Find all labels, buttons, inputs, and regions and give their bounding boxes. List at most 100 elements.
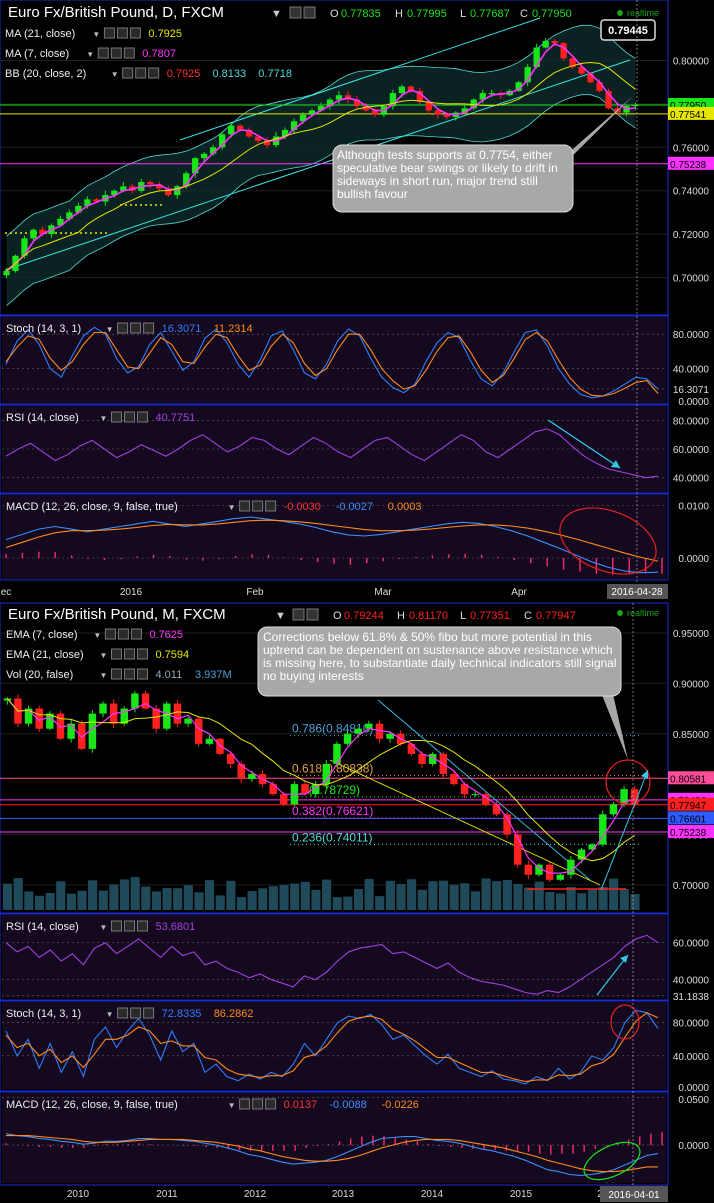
monthly-macd-indicator-control-icon[interactable]	[252, 1098, 264, 1110]
monthly-realtime-dot-icon	[617, 610, 623, 616]
daily-indicator-control-icon[interactable]	[148, 67, 160, 79]
monthly-stoch-indicator-control-icon[interactable]	[143, 1007, 155, 1019]
monthly-indicator-control-icon[interactable]	[111, 648, 122, 660]
monthly-candle-body	[450, 774, 458, 785]
daily-macd-indicator-dropdown-icon[interactable]: ▼	[228, 503, 236, 512]
daily-indicator-dropdown-icon[interactable]: ▼	[92, 30, 100, 39]
daily-indicator-control-icon[interactable]	[116, 27, 128, 39]
monthly-volume-bar	[470, 891, 480, 910]
monthly-indicator-control-icon[interactable]	[104, 628, 116, 640]
monthly-macd-y-tick: 0.0000	[678, 1141, 709, 1152]
daily-indicator-control-icon[interactable]	[122, 67, 134, 79]
daily-stoch-indicator-control-icon[interactable]	[130, 322, 142, 334]
monthly-macd-indicator-control-icon[interactable]	[239, 1098, 251, 1110]
daily-macd-indicator-control-icon[interactable]	[265, 500, 277, 512]
monthly-volume-bar	[513, 883, 523, 910]
monthly-rsi-indicator-dropdown-icon[interactable]: ▼	[100, 923, 108, 932]
monthly-macd-indicator-dropdown-icon[interactable]: ▼	[228, 1101, 236, 1110]
monthly-candle-body	[524, 864, 533, 875]
monthly-candle-body	[216, 738, 224, 754]
monthly-stoch-indicator-control-icon[interactable]	[117, 1007, 129, 1019]
monthly-candle-body	[131, 693, 139, 709]
monthly-stoch-indicator-value: 72.8335	[162, 1008, 202, 1020]
daily-candle-body	[533, 47, 540, 68]
daily-candle-body	[201, 153, 208, 159]
daily-indicator-dropdown-icon[interactable]: ▼	[111, 70, 119, 79]
daily-stoch-indicator-control-icon[interactable]	[117, 322, 129, 334]
monthly-indicator-control-icon[interactable]	[137, 648, 148, 660]
monthly-volume-bar	[279, 884, 289, 910]
daily-indicator-control-icon[interactable]	[97, 47, 109, 59]
monthly-indicator-control-icon[interactable]	[117, 628, 129, 640]
monthly-indicator-dropdown-icon[interactable]: ▼	[93, 631, 101, 640]
daily-indicator-value: 0.7718	[258, 68, 292, 80]
daily-rsi-indicator-control-icon[interactable]	[124, 411, 135, 423]
monthly-y-tick: 0.95000	[673, 629, 710, 640]
monthly-candle-body	[194, 718, 203, 744]
monthly-rsi-indicator-name: RSI (14, close)	[6, 921, 79, 933]
daily-indicator-control-icon[interactable]	[103, 27, 115, 39]
monthly-x-tick: 2012	[244, 1189, 267, 1200]
monthly-indicator-dropdown-icon[interactable]: ▼	[100, 671, 108, 680]
daily-indicator-control-icon[interactable]	[110, 47, 122, 59]
monthly-indicator-dropdown-icon[interactable]: ▼	[100, 651, 108, 660]
monthly-symbol-title[interactable]: Euro Fx/British Pound, M, FXCM	[8, 606, 226, 623]
monthly-volume-bar	[353, 889, 364, 910]
daily-low-label: L	[460, 8, 466, 20]
monthly-rsi-indicator-control-icon[interactable]	[124, 920, 135, 932]
monthly-indicator-control-icon[interactable]	[130, 628, 142, 640]
monthly-indicator-control-icon[interactable]	[111, 668, 122, 680]
daily-rsi-indicator-control-icon[interactable]	[137, 411, 148, 423]
monthly-volume-bar	[545, 891, 555, 910]
daily-rsi-y-tick: 40.0000	[673, 474, 710, 485]
monthly-volume-bar	[417, 889, 427, 910]
monthly-volume-bar	[24, 891, 34, 910]
monthly-volume-bar	[151, 891, 161, 910]
daily-macd-indicator-control-icon[interactable]	[239, 500, 251, 512]
monthly-rsi-indicator-control-icon[interactable]	[111, 920, 122, 932]
daily-settings-icon[interactable]	[289, 6, 302, 19]
monthly-volume-bar	[205, 880, 215, 910]
monthly-volume-bar	[332, 897, 342, 910]
daily-indicator-dropdown-icon[interactable]: ▼	[86, 50, 94, 59]
monthly-low-value: 0.77351	[470, 610, 510, 622]
monthly-price-tag: 0.76601	[670, 814, 707, 825]
daily-indicator-control-icon[interactable]	[135, 67, 147, 79]
monthly-volume-bar	[98, 890, 108, 910]
daily-stoch-indicator-control-icon[interactable]	[143, 322, 155, 334]
monthly-symbol-dropdown-icon[interactable]: ▼	[275, 610, 286, 622]
daily-indicator-control-icon[interactable]	[123, 47, 135, 59]
daily-stoch-indicator-dropdown-icon[interactable]: ▼	[106, 325, 114, 334]
daily-gear-icon[interactable]	[303, 6, 316, 19]
monthly-volume-bar	[577, 893, 587, 910]
monthly-x-tick: 2010	[67, 1189, 90, 1200]
monthly-gear-icon[interactable]	[306, 608, 319, 621]
monthly-volume-bar	[534, 881, 544, 910]
monthly-volume-bar	[449, 884, 459, 910]
monthly-settings-icon[interactable]	[292, 608, 305, 621]
monthly-indicator-control-icon[interactable]	[124, 648, 135, 660]
monthly-candle-body	[418, 753, 426, 764]
daily-indicator-value: 0.7807	[142, 48, 176, 60]
chart-canvas: 0.800000.780000.760000.740000.720000.700…	[0, 0, 714, 1203]
monthly-volume-bar	[598, 886, 608, 910]
daily-indicator-control-icon[interactable]	[129, 27, 141, 39]
daily-rsi-indicator-dropdown-icon[interactable]: ▼	[100, 414, 108, 423]
daily-realtime-dot-icon	[617, 10, 623, 16]
daily-indicator-value: 0.8133	[213, 68, 247, 80]
daily-macd-indicator-control-icon[interactable]	[252, 500, 264, 512]
monthly-indicator-control-icon[interactable]	[124, 668, 135, 680]
monthly-stoch-indicator-control-icon[interactable]	[130, 1007, 142, 1019]
monthly-indicator-control-icon[interactable]	[137, 668, 148, 680]
monthly-macd-indicator-control-icon[interactable]	[265, 1098, 277, 1110]
daily-rsi-indicator-control-icon[interactable]	[111, 411, 122, 423]
monthly-candle-body	[99, 703, 107, 714]
daily-symbol-dropdown-icon[interactable]: ▼	[271, 8, 282, 20]
monthly-volume-bar	[396, 883, 406, 910]
daily-stoch-y-tick: 0.0000	[678, 397, 709, 408]
monthly-rsi-y-tick: 31.1838	[673, 992, 710, 1003]
daily-symbol-title[interactable]: Euro Fx/British Pound, D, FXCM	[8, 4, 224, 21]
monthly-rsi-indicator-control-icon[interactable]	[137, 920, 148, 932]
monthly-stoch-indicator-dropdown-icon[interactable]: ▼	[106, 1010, 114, 1019]
daily-stoch-y-tick: 16.3071	[673, 385, 710, 396]
